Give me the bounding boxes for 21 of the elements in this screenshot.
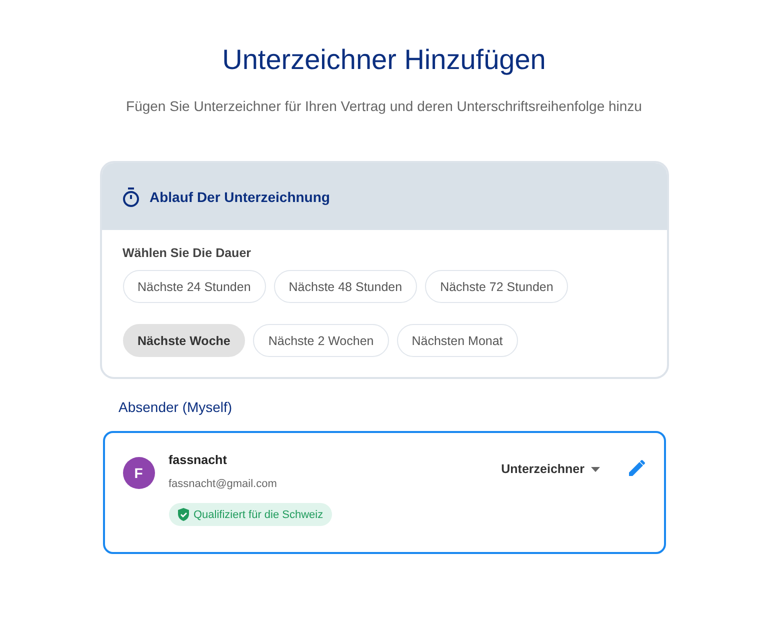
duration-label: Wählen Sie Die Dauer	[122, 246, 252, 260]
signer-email: fassnacht@gmail.com	[168, 478, 278, 490]
stopwatch-icon	[122, 186, 140, 206]
pencil-icon	[628, 459, 646, 477]
duration-option[interactable]: Nächste 2 Wochen	[253, 324, 389, 357]
signer-name: fassnacht	[168, 453, 228, 467]
badge-text: Qualifiziert für die Schweiz	[194, 508, 324, 520]
duration-option[interactable]: Nächste 72 Stunden	[425, 270, 568, 303]
shield-check-icon	[178, 508, 188, 521]
page-title: Unterzeichner Hinzufügen	[222, 44, 546, 76]
duration-option[interactable]: Nächste 48 Stunden	[274, 270, 418, 303]
caret-icon	[590, 466, 600, 472]
edit-button[interactable]	[628, 459, 646, 479]
duration-option[interactable]: Nächste Woche	[122, 324, 246, 357]
role-dropdown[interactable]: Unterzeichner	[501, 459, 600, 479]
sender-heading: Absender (Myself)	[118, 399, 234, 415]
duration-option[interactable]: Nächste 24 Stunden	[122, 270, 266, 303]
avatar: F	[122, 457, 154, 489]
duration-option[interactable]: Nächsten Monat	[396, 324, 518, 357]
page-subtitle: Fügen Sie Unterzeichner für Ihren Vertrag und deren Unterschriftsreihenfolge hinzu	[126, 98, 642, 114]
card-title: Ablauf Der Unterzeichnung	[150, 188, 330, 204]
